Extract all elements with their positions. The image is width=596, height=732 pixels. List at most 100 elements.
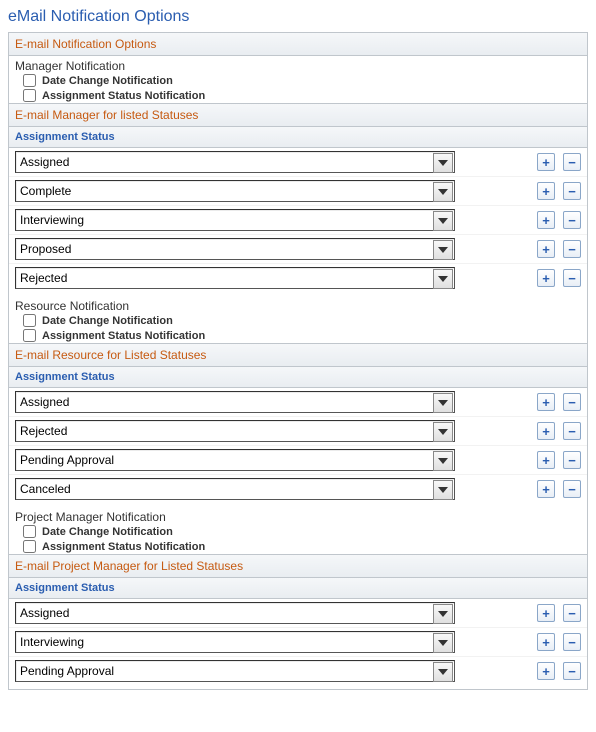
assignment-status-select[interactable]: Pending Approval bbox=[15, 660, 455, 682]
assignment-status-select[interactable]: Assigned bbox=[15, 151, 455, 173]
notify-checkbox[interactable] bbox=[23, 89, 36, 102]
select-value: Interviewing bbox=[20, 210, 84, 230]
remove-row-button[interactable]: − bbox=[563, 269, 581, 287]
chevron-down-icon[interactable] bbox=[433, 153, 453, 173]
status-row: Proposed +− bbox=[9, 235, 587, 264]
status-row: Pending Approval +− bbox=[9, 446, 587, 475]
add-row-button[interactable]: + bbox=[537, 211, 555, 229]
add-row-button[interactable]: + bbox=[537, 182, 555, 200]
notify-checkbox[interactable] bbox=[23, 540, 36, 553]
remove-row-button[interactable]: − bbox=[563, 451, 581, 469]
checkbox-row: Date Change Notification bbox=[9, 73, 587, 88]
status-row: Complete +− bbox=[9, 177, 587, 206]
assignment-status-select[interactable]: Canceled bbox=[15, 478, 455, 500]
remove-row-button[interactable]: − bbox=[563, 153, 581, 171]
group-label: Project Manager Notification bbox=[9, 507, 587, 524]
remove-row-button[interactable]: − bbox=[563, 240, 581, 258]
checkbox-label: Assignment Status Notification bbox=[42, 90, 205, 102]
remove-row-button[interactable]: − bbox=[563, 633, 581, 651]
status-rows: Assigned+−Complete+−Interviewing+−Propos… bbox=[9, 148, 587, 296]
select-value: Pending Approval bbox=[20, 661, 114, 681]
checkbox-row: Assignment Status Notification bbox=[9, 539, 587, 554]
chevron-down-icon[interactable] bbox=[433, 182, 453, 202]
status-rows: Assigned+−Interviewing+−Pending Approval… bbox=[9, 599, 587, 689]
checkbox-label: Date Change Notification bbox=[42, 315, 173, 327]
chevron-down-icon[interactable] bbox=[433, 451, 453, 471]
add-row-button[interactable]: + bbox=[537, 422, 555, 440]
page-title: eMail Notification Options bbox=[8, 8, 588, 26]
options-box: E-mail Notification Options Manager Noti… bbox=[8, 32, 588, 690]
checkbox-label: Assignment Status Notification bbox=[42, 330, 205, 342]
assignment-status-select[interactable]: Rejected bbox=[15, 420, 455, 442]
status-row: Interviewing +− bbox=[9, 206, 587, 235]
assignment-status-select[interactable]: Assigned bbox=[15, 391, 455, 413]
notify-checkbox[interactable] bbox=[23, 314, 36, 327]
status-row: Pending Approval +− bbox=[9, 657, 587, 685]
chevron-down-icon[interactable] bbox=[433, 662, 453, 682]
select-value: Rejected bbox=[20, 421, 67, 441]
column-header: Assignment Status bbox=[9, 127, 587, 148]
column-header: Assignment Status bbox=[9, 578, 587, 599]
remove-row-button[interactable]: − bbox=[563, 604, 581, 622]
status-row: Assigned +− bbox=[9, 148, 587, 177]
chevron-down-icon[interactable] bbox=[433, 422, 453, 442]
column-header: Assignment Status bbox=[9, 367, 587, 388]
select-value: Complete bbox=[20, 181, 71, 201]
select-value: Assigned bbox=[20, 152, 69, 172]
remove-row-button[interactable]: − bbox=[563, 480, 581, 498]
add-row-button[interactable]: + bbox=[537, 604, 555, 622]
chevron-down-icon[interactable] bbox=[433, 211, 453, 231]
status-row: Assigned +− bbox=[9, 388, 587, 417]
assignment-status-select[interactable]: Assigned bbox=[15, 602, 455, 624]
remove-row-button[interactable]: − bbox=[563, 662, 581, 680]
add-row-button[interactable]: + bbox=[537, 393, 555, 411]
status-list-heading: E-mail Resource for Listed Statuses bbox=[9, 343, 587, 367]
assignment-status-select[interactable]: Complete bbox=[15, 180, 455, 202]
select-value: Interviewing bbox=[20, 632, 84, 652]
chevron-down-icon[interactable] bbox=[433, 240, 453, 260]
remove-row-button[interactable]: − bbox=[563, 393, 581, 411]
add-row-button[interactable]: + bbox=[537, 633, 555, 651]
chevron-down-icon[interactable] bbox=[433, 633, 453, 653]
notify-checkbox[interactable] bbox=[23, 74, 36, 87]
status-row: Canceled +− bbox=[9, 475, 587, 503]
assignment-status-select[interactable]: Proposed bbox=[15, 238, 455, 260]
status-list-heading: E-mail Manager for listed Statuses bbox=[9, 103, 587, 127]
status-row: Interviewing +− bbox=[9, 628, 587, 657]
status-row: Rejected +− bbox=[9, 264, 587, 292]
add-row-button[interactable]: + bbox=[537, 662, 555, 680]
status-row: Assigned +− bbox=[9, 599, 587, 628]
checkbox-label: Date Change Notification bbox=[42, 526, 173, 538]
assignment-status-select[interactable]: Interviewing bbox=[15, 209, 455, 231]
status-rows: Assigned+−Rejected+−Pending Approval+−Ca… bbox=[9, 388, 587, 507]
add-row-button[interactable]: + bbox=[537, 153, 555, 171]
chevron-down-icon[interactable] bbox=[433, 393, 453, 413]
select-value: Pending Approval bbox=[20, 450, 114, 470]
remove-row-button[interactable]: − bbox=[563, 422, 581, 440]
group-label: Resource Notification bbox=[9, 296, 587, 313]
remove-row-button[interactable]: − bbox=[563, 211, 581, 229]
remove-row-button[interactable]: − bbox=[563, 182, 581, 200]
chevron-down-icon[interactable] bbox=[433, 604, 453, 624]
notify-checkbox[interactable] bbox=[23, 525, 36, 538]
add-row-button[interactable]: + bbox=[537, 451, 555, 469]
add-row-button[interactable]: + bbox=[537, 480, 555, 498]
select-value: Rejected bbox=[20, 268, 67, 288]
box-heading: E-mail Notification Options bbox=[9, 33, 587, 56]
chevron-down-icon[interactable] bbox=[433, 269, 453, 289]
select-value: Proposed bbox=[20, 239, 71, 259]
add-row-button[interactable]: + bbox=[537, 240, 555, 258]
chevron-down-icon[interactable] bbox=[433, 480, 453, 500]
checkbox-label: Date Change Notification bbox=[42, 75, 173, 87]
status-list-heading: E-mail Project Manager for Listed Status… bbox=[9, 554, 587, 578]
add-row-button[interactable]: + bbox=[537, 269, 555, 287]
select-value: Assigned bbox=[20, 603, 69, 623]
group-label: Manager Notification bbox=[9, 56, 587, 73]
assignment-status-select[interactable]: Interviewing bbox=[15, 631, 455, 653]
assignment-status-select[interactable]: Pending Approval bbox=[15, 449, 455, 471]
checkbox-label: Assignment Status Notification bbox=[42, 541, 205, 553]
select-value: Canceled bbox=[20, 479, 71, 499]
notify-checkbox[interactable] bbox=[23, 329, 36, 342]
select-value: Assigned bbox=[20, 392, 69, 412]
assignment-status-select[interactable]: Rejected bbox=[15, 267, 455, 289]
